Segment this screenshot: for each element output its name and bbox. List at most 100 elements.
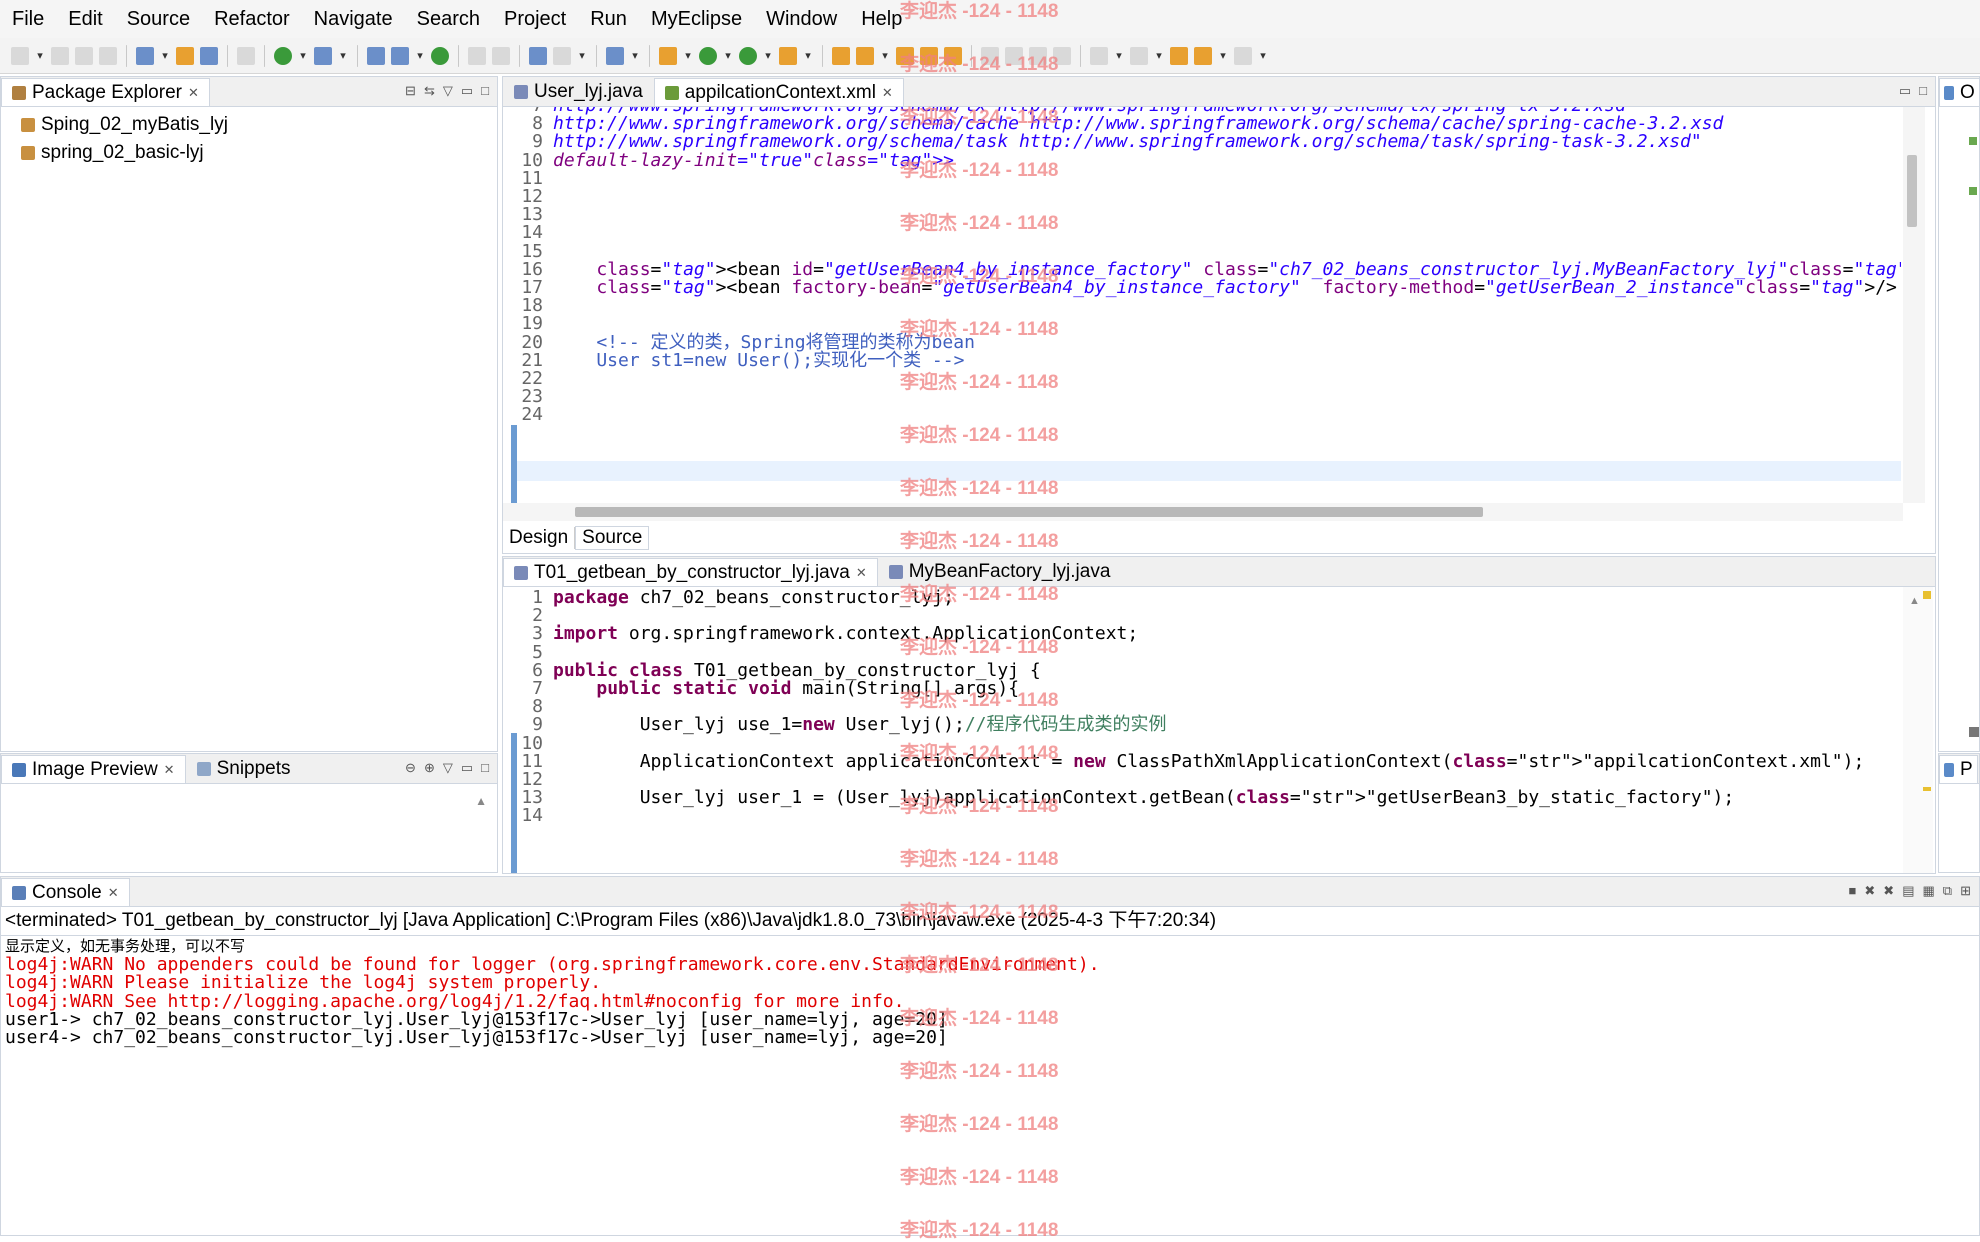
menu-item-source[interactable]: Source (115, 0, 202, 38)
tab-console[interactable]: Console ✕ (1, 878, 130, 906)
vertical-scrollbar[interactable] (1903, 107, 1925, 503)
toolbar-button-icon[interactable] (136, 46, 154, 65)
dropdown-arrow-icon[interactable]: ▾ (35, 47, 45, 65)
tab-package-explorer[interactable]: Package Explorer ✕ (1, 78, 210, 106)
view-menu-icon[interactable]: ▽ (443, 760, 453, 776)
dropdown-arrow-icon[interactable]: ▾ (723, 47, 733, 65)
dropdown-arrow-icon[interactable]: ▾ (298, 47, 308, 65)
collapse-all-icon[interactable]: ⊟ (405, 83, 416, 99)
dropdown-arrow-icon[interactable]: ▾ (880, 47, 890, 65)
dropdown-arrow-icon[interactable]: ▾ (1218, 47, 1228, 65)
toolbar-button-icon[interactable] (659, 46, 677, 65)
clear-console-icon[interactable]: ▤ (1902, 883, 1914, 899)
dropdown-arrow-icon[interactable]: ▾ (1258, 47, 1268, 65)
toolbar-button-icon[interactable] (367, 46, 385, 65)
toolbar-button-icon[interactable] (981, 46, 999, 65)
toolbar-button-icon[interactable] (896, 46, 914, 65)
toolbar-button-icon[interactable] (1170, 46, 1188, 65)
project-item[interactable]: spring_02_basic-lyj (21, 139, 497, 167)
dropdown-arrow-icon[interactable]: ▾ (160, 47, 170, 65)
toolbar-button-icon[interactable] (1194, 46, 1212, 65)
toolbar-button-icon[interactable] (699, 46, 717, 65)
toolbar-button-icon[interactable] (314, 46, 332, 65)
close-icon[interactable]: ✕ (856, 559, 867, 587)
java-code-area[interactable]: 1 package ch7_02_beans_constructor_lyj; 2 3… (511, 587, 1901, 873)
toolbar-button-icon[interactable] (431, 46, 449, 65)
hscroll-thumb[interactable] (575, 507, 1483, 517)
xml-code-area[interactable]: 7http://www.springframework.org/schema/t… (511, 107, 1901, 503)
dropdown-arrow-icon[interactable]: ▾ (1154, 47, 1164, 65)
toolbar-button-icon[interactable] (1053, 46, 1071, 65)
zoom-in-icon[interactable]: ⊕ (424, 760, 435, 776)
maximize-icon[interactable]: □ (481, 760, 489, 776)
remove-all-icon[interactable]: ✖ (1883, 883, 1894, 899)
menu-item-navigate[interactable]: Navigate (302, 0, 405, 38)
toolbar-button-icon[interactable] (274, 46, 292, 65)
menu-item-run[interactable]: Run (578, 0, 639, 38)
toolbar-button-icon[interactable] (75, 46, 93, 65)
dropdown-arrow-icon[interactable]: ▾ (683, 47, 693, 65)
tab-editor-file[interactable]: appilcationContext.xml ✕ (653, 78, 904, 107)
dropdown-arrow-icon[interactable]: ▾ (763, 47, 773, 65)
toolbar-button-icon[interactable] (1005, 46, 1023, 65)
toolbar-button-icon[interactable] (1130, 46, 1148, 65)
toolbar-button-icon[interactable] (920, 46, 938, 65)
toolbar-button-icon[interactable] (99, 46, 117, 65)
close-icon[interactable]: ✕ (108, 879, 119, 907)
scroll-up-icon[interactable]: ▲ (1909, 595, 1920, 607)
tab-snippets[interactable]: Snippets (186, 755, 302, 783)
menu-item-myeclipse[interactable]: MyEclipse (639, 0, 754, 38)
menu-item-project[interactable]: Project (492, 0, 578, 38)
menu-item-file[interactable]: File (0, 0, 56, 38)
tab-outline[interactable]: O (1939, 78, 1980, 106)
tab-image-preview[interactable]: Image Preview ✕ (1, 755, 186, 783)
menu-item-search[interactable]: Search (405, 0, 492, 38)
toolbar-button-icon[interactable] (1234, 46, 1252, 65)
zoom-out-icon[interactable]: ⊖ (405, 760, 416, 776)
maximize-icon[interactable]: □ (481, 83, 489, 99)
toolbar-button-icon[interactable] (739, 46, 757, 65)
toolbar-button-icon[interactable] (832, 46, 850, 65)
minimize-icon[interactable]: ▭ (461, 83, 473, 99)
toolbar-button-icon[interactable] (1029, 46, 1047, 65)
tab-properties[interactable]: P (1939, 755, 1978, 783)
toolbar-button-icon[interactable] (606, 46, 624, 65)
scroll-up-icon[interactable]: ▲ (475, 794, 487, 808)
horizontal-scrollbar[interactable] (503, 503, 1903, 521)
dropdown-arrow-icon[interactable]: ▾ (338, 47, 348, 65)
toolbar-button-icon[interactable] (200, 46, 218, 65)
scroll-lock-icon[interactable]: ▦ (1923, 883, 1935, 899)
toolbar-button-icon[interactable] (176, 46, 194, 65)
minimize-icon[interactable]: ▭ (1899, 83, 1911, 99)
toolbar-button-icon[interactable] (529, 46, 547, 65)
view-menu-icon[interactable]: ▽ (443, 83, 453, 99)
toolbar-button-icon[interactable] (391, 46, 409, 65)
toolbar-button-icon[interactable] (11, 46, 29, 65)
terminate-icon[interactable]: ■ (1849, 883, 1857, 899)
dropdown-arrow-icon[interactable]: ▾ (1114, 47, 1124, 65)
tab-editor-file[interactable]: MyBeanFactory_lyj.java (878, 558, 1122, 586)
menu-item-refactor[interactable]: Refactor (202, 0, 302, 38)
pin-console-icon[interactable]: ⧉ (1943, 883, 1952, 899)
menu-item-edit[interactable]: Edit (56, 0, 114, 38)
menu-item-help[interactable]: Help (849, 0, 914, 38)
minimize-icon[interactable]: ▭ (461, 760, 473, 776)
tab-design[interactable]: Design (503, 527, 576, 549)
toolbar-button-icon[interactable] (1090, 46, 1108, 65)
project-item[interactable]: Sping_02_myBatis_lyj (21, 111, 497, 139)
close-icon[interactable]: ✕ (882, 79, 893, 107)
toolbar-button-icon[interactable] (856, 46, 874, 65)
toolbar-button-icon[interactable] (468, 46, 486, 65)
toolbar-button-icon[interactable] (944, 46, 962, 65)
toolbar-button-icon[interactable] (492, 46, 510, 65)
close-icon[interactable]: ✕ (188, 79, 199, 107)
link-editor-icon[interactable]: ⇆ (424, 83, 435, 99)
dropdown-arrow-icon[interactable]: ▾ (415, 47, 425, 65)
close-icon[interactable]: ✕ (164, 756, 175, 784)
remove-launch-icon[interactable]: ✖ (1864, 883, 1875, 899)
console-output[interactable]: 显示定义，如无事务处理，可以不写 log4j:WARN No appenders … (1, 936, 1979, 1049)
tab-editor-file[interactable]: T01_getbean_by_constructor_lyj.java ✕ (503, 558, 878, 586)
dropdown-arrow-icon[interactable]: ▾ (577, 47, 587, 65)
tab-source[interactable]: Source (575, 526, 650, 550)
toolbar-button-icon[interactable] (51, 46, 69, 65)
